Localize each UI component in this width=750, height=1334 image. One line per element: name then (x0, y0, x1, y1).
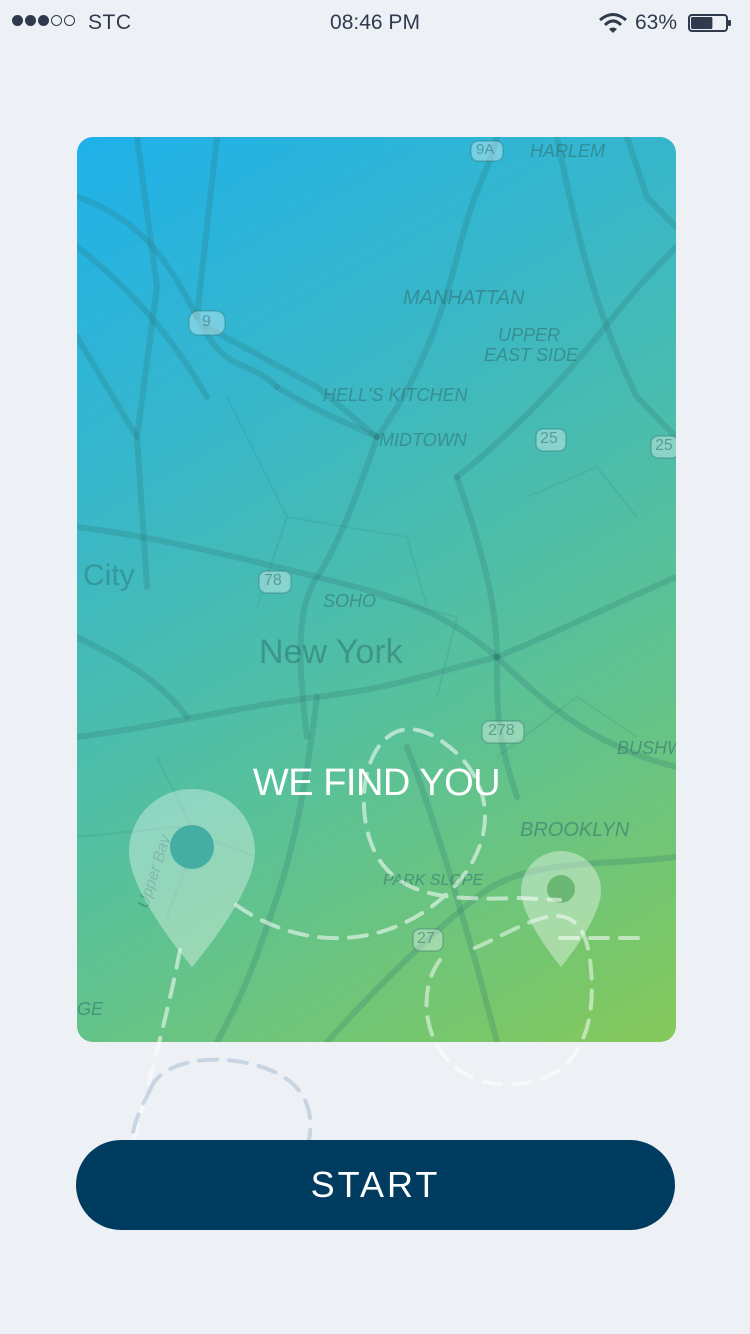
route-shield-9: 9 (202, 313, 211, 330)
map-label-new-york: New York (259, 633, 403, 671)
map-card: HARLEM MANHATTAN UPPER EAST SIDE HELL'S … (77, 137, 676, 1042)
route-shield-9a: 9A (476, 141, 495, 158)
map-label-midtown: MIDTOWN (379, 430, 467, 450)
location-pin-icon (521, 851, 601, 967)
map-label-harlem: HARLEM (530, 141, 606, 161)
map-label-bushwick: BUSHW (617, 738, 676, 758)
route-shield-25: 25 (540, 430, 558, 447)
route-shield-78: 78 (264, 572, 282, 589)
map-label-upper: UPPER (498, 325, 561, 345)
route-shield-278: 278 (488, 722, 515, 739)
map-label-hells-kitchen: HELL'S KITCHEN (323, 385, 468, 405)
start-button[interactable]: START (76, 1140, 675, 1230)
map-label-east-side: EAST SIDE (484, 345, 579, 365)
route-shield-27: 27 (417, 930, 435, 947)
map-label-manhattan: MANHATTAN (403, 287, 525, 309)
map-label-brooklyn: BROOKLYN (520, 819, 630, 841)
map-label-city: City (83, 559, 135, 592)
map-label-park-slope: PARK SLOPE (383, 872, 484, 889)
status-bar: STC 08:46 PM 63% (0, 0, 750, 44)
location-pin-icon (129, 789, 255, 967)
wifi-icon (599, 13, 627, 33)
battery-percent: 63% (635, 11, 678, 34)
map-label-ge: GE (77, 999, 104, 1019)
map-label-soho: SOHO (323, 591, 377, 611)
route-shield-25-edge: 25 (655, 437, 673, 454)
battery-icon (688, 14, 731, 32)
